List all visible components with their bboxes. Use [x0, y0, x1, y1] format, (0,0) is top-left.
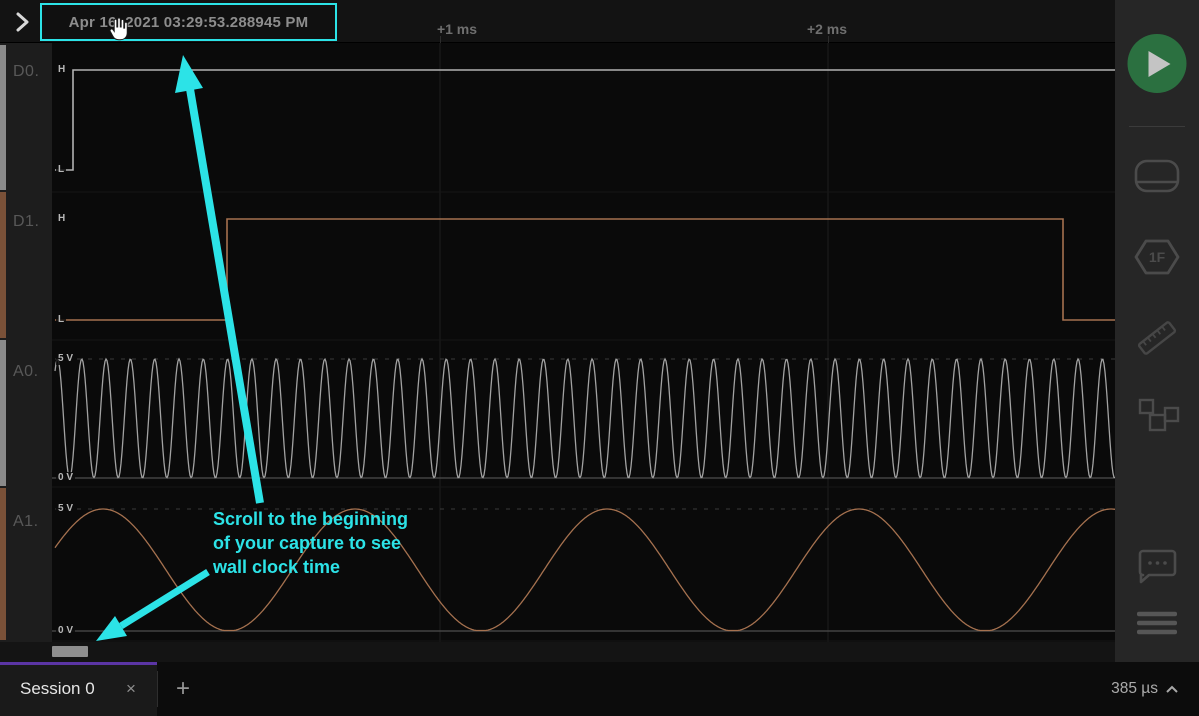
sidebar-divider [1129, 126, 1185, 127]
extensions-button[interactable] [1133, 398, 1181, 437]
channel-label-A0[interactable]: A0. [13, 363, 39, 381]
waveform-plot [0, 43, 1115, 642]
protocol-analyzers-button[interactable]: 1F [1134, 238, 1180, 279]
session-tab-label: Session 0 [20, 662, 95, 716]
right-sidebar: 1F [1115, 0, 1199, 662]
scrollbar-thumb[interactable] [52, 646, 88, 657]
session-tab[interactable]: Session 0 × [0, 662, 157, 716]
time-marker-1ms: +1 ms [437, 21, 477, 37]
channel-label-A1[interactable]: A1. [13, 513, 39, 531]
device-settings-button[interactable] [1133, 158, 1181, 197]
plus-icon: + [176, 675, 190, 702]
level-label-A0-high: 5 V [56, 353, 75, 365]
hex-value-icon: 1F [1134, 238, 1180, 276]
capture-duration-button[interactable]: 385 µs [1105, 662, 1185, 716]
level-label-A1-high: 5 V [56, 503, 75, 515]
time-tick [440, 36, 441, 43]
device-icon [1133, 158, 1181, 194]
session-bar: Session 0 × + 385 µs [0, 662, 1199, 716]
comments-button[interactable] [1135, 548, 1179, 589]
hamburger-menu-icon [1137, 610, 1177, 638]
chevron-up-icon [1165, 685, 1179, 694]
blocks-icon [1133, 398, 1181, 434]
capture-duration-text: 385 µs [1111, 680, 1158, 698]
chevron-right-icon [10, 9, 34, 35]
channel-color-strip-D1 [0, 192, 6, 338]
level-label-D1-high: H [56, 213, 67, 225]
logic-analyzer-window: Apr 16, 2021 03:29:53.288945 PM +1 ms +2… [0, 0, 1199, 716]
add-session-button[interactable]: + [168, 662, 198, 716]
channel-label-D1[interactable]: D1. [13, 213, 39, 231]
play-icon [1148, 50, 1172, 78]
close-icon: × [126, 679, 136, 698]
channel-color-strip-D0 [0, 45, 6, 190]
measurements-button[interactable] [1134, 318, 1180, 361]
time-marker-2ms: +2 ms [807, 21, 847, 37]
timeline-toolbar: Apr 16, 2021 03:29:53.288945 PM +1 ms +2… [0, 0, 1115, 43]
expand-panel-button[interactable] [10, 9, 34, 35]
chat-bubble-icon [1135, 548, 1179, 586]
channel-color-strip-A0 [0, 340, 6, 486]
close-tab-button[interactable]: × [120, 662, 142, 716]
run-capture-button[interactable] [1128, 34, 1187, 93]
level-label-A1-low: 0 V [56, 625, 75, 637]
ruler-icon [1134, 318, 1180, 358]
hex-value-text: 1F [1149, 249, 1166, 265]
timestamp-text: Apr 16, 2021 03:29:53.288945 PM [69, 14, 309, 31]
main-menu-button[interactable] [1137, 610, 1177, 641]
tab-divider [157, 671, 158, 707]
horizontal-scrollbar[interactable] [0, 642, 1115, 662]
level-label-A0-low: 0 V [56, 472, 75, 484]
level-label-D0-high: H [56, 64, 67, 76]
time-tick [828, 36, 829, 43]
level-label-D0-low: L [56, 164, 66, 176]
level-label-D1-low: L [56, 314, 66, 326]
channel-color-strip-A1 [0, 488, 6, 640]
channel-label-D0[interactable]: D0. [13, 63, 39, 81]
wall-clock-timestamp[interactable]: Apr 16, 2021 03:29:53.288945 PM [40, 3, 337, 41]
